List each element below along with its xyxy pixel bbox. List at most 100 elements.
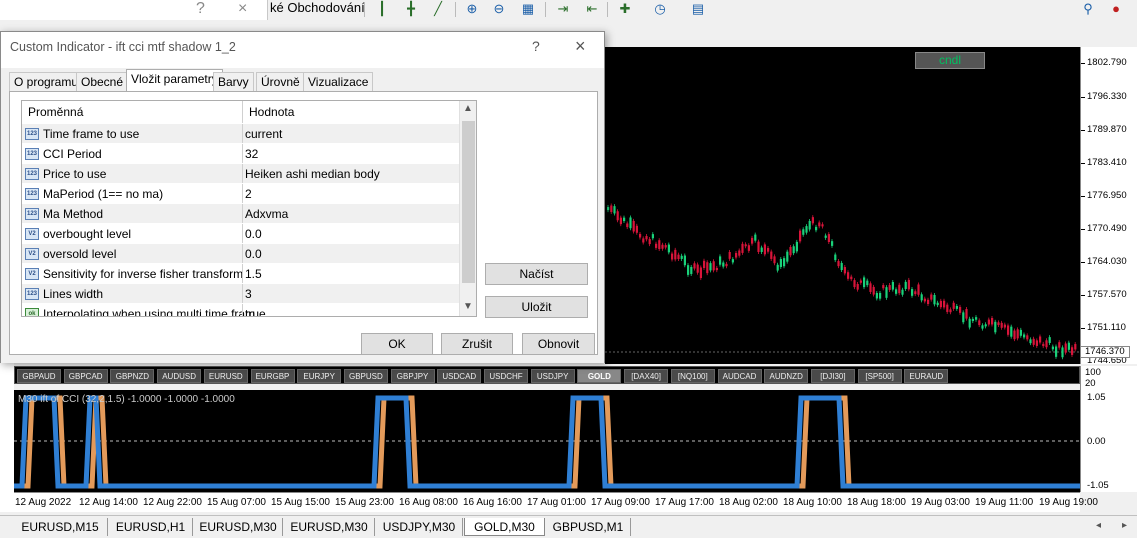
grid-scrollbar[interactable]: ▲ ▼ xyxy=(459,101,476,316)
symbol-button[interactable]: [DJI30] xyxy=(810,369,855,383)
parameter-value[interactable]: 32 xyxy=(242,144,258,164)
indicator-panel[interactable]: M30 ift of CCI (32,2,1.5) -1.0000 -1.000… xyxy=(14,390,1086,492)
time-label: 16 Aug 08:00 xyxy=(399,497,458,508)
zoom-out-icon[interactable]: ⊖ xyxy=(489,0,509,18)
templates-icon[interactable]: ▤ xyxy=(688,0,708,18)
menu-trading[interactable]: ké Obchodování xyxy=(270,0,365,15)
bar-chart-icon[interactable]: ┃ xyxy=(372,0,392,18)
time-label: 19 Aug 19:00 xyxy=(1039,497,1098,508)
bg-close-button[interactable]: × xyxy=(238,0,247,18)
ind-axis-mid: 0.00 xyxy=(1087,436,1106,447)
parameter-value[interactable]: current xyxy=(242,124,282,144)
symbol-button[interactable]: GBPUSD xyxy=(343,369,388,383)
parameter-value[interactable]: 0.0 xyxy=(242,244,262,264)
parameter-value[interactable]: 2 xyxy=(242,184,252,204)
chart-tab[interactable]: EURUSD,H1 xyxy=(109,518,193,536)
periods-icon[interactable]: ◷ xyxy=(650,0,670,18)
indicators-icon[interactable]: ✚ xyxy=(615,0,635,18)
dialog-tab[interactable]: Vizualizace xyxy=(303,72,374,91)
zoom-in-icon[interactable]: ⊕ xyxy=(462,0,482,18)
symbol-button[interactable]: AUDUSD xyxy=(157,369,202,383)
col-header-value[interactable]: Hodnota xyxy=(242,101,459,123)
chart-tab[interactable]: EURUSD,M30 xyxy=(284,518,375,536)
parameter-value[interactable]: 1.5 xyxy=(242,264,262,284)
ind-axis-bottom: -1.05 xyxy=(1087,480,1109,491)
chart-tab[interactable]: GBPUSD,M1 xyxy=(546,518,631,536)
symbol-button[interactable]: EURJPY xyxy=(297,369,342,383)
parameter-row[interactable]: ok Interpolating when using multi time fr… xyxy=(22,303,459,316)
load-button[interactable]: Načíst xyxy=(485,263,588,285)
search-icon[interactable]: ⚲ xyxy=(1078,0,1098,18)
cancel-button[interactable]: Zrušit xyxy=(441,333,513,355)
symbol-button[interactable]: USDCAD xyxy=(437,369,482,383)
chart-tab[interactable]: USDJPY,M30 xyxy=(376,518,463,536)
parameter-value[interactable]: 0.0 xyxy=(242,224,262,244)
symbol-button[interactable]: GOLD xyxy=(577,369,622,383)
parameter-row[interactable]: 123 Price to use Heiken ashi median body xyxy=(22,163,459,184)
tab-scroll-right-icon[interactable]: ▸ xyxy=(1122,520,1127,531)
time-label: 18 Aug 18:00 xyxy=(847,497,906,508)
dialog-help-button[interactable]: ? xyxy=(532,38,540,54)
chart-tab[interactable]: EURUSD,M15 xyxy=(13,518,108,536)
symbol-button[interactable]: GBPJPY xyxy=(390,369,435,383)
parameter-value[interactable]: true xyxy=(242,304,266,316)
integer-param-icon: 123 xyxy=(25,188,39,200)
cndl-button[interactable]: cndl xyxy=(915,52,985,69)
save-button[interactable]: Uložit xyxy=(485,296,588,318)
time-label: 15 Aug 23:00 xyxy=(335,497,394,508)
dialog-tab[interactable]: Barvy xyxy=(213,72,254,91)
parameter-value[interactable]: Adxvma xyxy=(242,204,288,224)
time-label: 18 Aug 10:00 xyxy=(783,497,842,508)
symbol-button[interactable]: [DAX40] xyxy=(624,369,669,383)
symbol-button[interactable]: GBPAUD xyxy=(17,369,61,383)
reset-button[interactable]: Obnovit xyxy=(522,333,595,355)
line-chart-icon[interactable]: ╱ xyxy=(428,0,448,18)
symbol-button[interactable]: EURGBP xyxy=(250,369,295,383)
parameter-row[interactable]: V2 overbought level 0.0 xyxy=(22,223,459,244)
scroll-down-icon[interactable]: ▼ xyxy=(463,301,473,312)
parameter-row[interactable]: V2 oversold level 0.0 xyxy=(22,243,459,264)
dialog-tab[interactable]: Obecné xyxy=(76,72,129,91)
parameter-row[interactable]: 123 Lines width 3 xyxy=(22,283,459,304)
dialog-tab[interactable]: O programu xyxy=(9,72,84,91)
parameter-row[interactable]: 123 Time frame to use current xyxy=(22,123,459,144)
dialog-close-button[interactable]: × xyxy=(575,36,586,57)
symbol-button[interactable]: [NQ100] xyxy=(670,369,715,383)
symbol-button[interactable]: GBPCAD xyxy=(63,369,108,383)
time-label: 12 Aug 14:00 xyxy=(79,497,138,508)
symbol-button[interactable]: USDJPY xyxy=(530,369,575,383)
parameter-row[interactable]: 123 MaPeriod (1== no ma) 2 xyxy=(22,183,459,204)
bg-help-button[interactable]: ? xyxy=(196,0,205,18)
parameter-row[interactable]: V2 Sensitivity for inverse fisher transfo… xyxy=(22,263,459,284)
chart-tab[interactable]: EURUSD,M30 xyxy=(194,518,283,536)
autoscroll-icon[interactable]: ⇥ xyxy=(553,0,573,18)
chart-tab[interactable]: GOLD,M30 xyxy=(464,518,545,536)
ok-button[interactable]: OK xyxy=(361,333,433,355)
tab-scroll-left-icon[interactable]: ◂ xyxy=(1096,520,1101,531)
toolbar: ? × ké Obchodování ┃ ╋ ╱ ⊕ ⊖ ▦ ⇥ ⇤ ✚ ◷ ▤… xyxy=(0,0,1137,20)
symbol-button[interactable]: EURUSD xyxy=(203,369,248,383)
parameter-value[interactable]: Heiken ashi median body xyxy=(242,164,380,184)
dialog-tab[interactable]: Úrovně xyxy=(256,72,305,91)
custom-indicator-dialog: Custom Indicator - ift cci mtf shadow 1_… xyxy=(0,31,605,363)
chart-shift-icon[interactable]: ⇤ xyxy=(582,0,602,18)
scroll-up-icon[interactable]: ▲ xyxy=(463,103,473,114)
candle-chart-icon[interactable]: ╋ xyxy=(401,0,421,18)
symbol-bar: GBPAUD GBPCAD GBPNZD AUDUSD EURUSD EURGBP EURJ… xyxy=(14,366,1080,384)
symbol-button[interactable]: EURAUD xyxy=(904,369,949,383)
symbol-button[interactable]: [SP500] xyxy=(857,369,902,383)
dialog-tab[interactable]: Vložit parametry xyxy=(126,69,223,92)
parameter-row[interactable]: 123 CCI Period 32 xyxy=(22,143,459,164)
col-header-variable[interactable]: Proměnná xyxy=(22,101,242,123)
time-label: 19 Aug 03:00 xyxy=(911,497,970,508)
price-chart[interactable] xyxy=(605,47,1080,364)
tile-windows-icon[interactable]: ▦ xyxy=(518,0,538,18)
scroll-thumb[interactable] xyxy=(462,121,475,283)
parameter-row[interactable]: 123 Ma Method Adxvma xyxy=(22,203,459,224)
symbol-button[interactable]: AUDCAD xyxy=(717,369,762,383)
symbol-button[interactable]: USDCHF xyxy=(484,369,528,383)
symbol-button[interactable]: AUDNZD xyxy=(764,369,809,383)
parameter-value[interactable]: 3 xyxy=(242,284,252,304)
alert-icon[interactable]: ● xyxy=(1106,0,1126,18)
symbol-button[interactable]: GBPNZD xyxy=(110,369,155,383)
